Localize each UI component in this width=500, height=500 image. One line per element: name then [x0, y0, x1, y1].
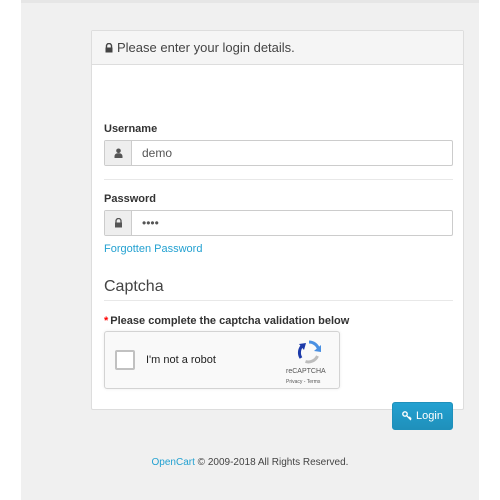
page-background: Please enter your login details. Usernam…: [21, 0, 479, 500]
password-addon: [105, 211, 132, 235]
copyright-text: © 2009-2018 All Rights Reserved.: [197, 457, 349, 468]
recaptcha-brand: reCAPTCHA: [286, 368, 326, 375]
forgotten-password-link[interactable]: Forgotten Password: [104, 243, 202, 255]
username-label: Username: [104, 123, 158, 135]
captcha-required-label: Please complete the captcha validation b…: [110, 315, 350, 327]
panel-heading: Please enter your login details.: [92, 31, 463, 65]
recaptcha-privacy-terms[interactable]: Privacy - Terms: [286, 379, 320, 385]
key-icon: [402, 411, 412, 421]
lock-icon: [105, 42, 113, 52]
recaptcha-checkbox-label: I'm not a robot: [146, 354, 216, 366]
recaptcha-widget: I'm not a robot reCAPTCHA Privacy - Term…: [104, 331, 340, 389]
login-button[interactable]: Login: [392, 402, 453, 430]
footer: OpenCart © 2009-2018 All Rights Reserved…: [21, 457, 479, 468]
username-divider: [104, 179, 453, 180]
recaptcha-checkbox[interactable]: [115, 350, 135, 370]
captcha-required-text: * Please complete the captcha validation …: [104, 315, 349, 327]
panel-heading-text: Please enter your login details.: [117, 40, 295, 55]
password-input-group: [104, 210, 453, 236]
top-divider: [21, 0, 479, 3]
username-input-group: [104, 140, 453, 166]
login-panel: Please enter your login details. Usernam…: [91, 30, 464, 430]
recaptcha-logo-icon: [297, 340, 321, 364]
username-field[interactable]: [132, 141, 452, 165]
password-field[interactable]: [132, 211, 452, 235]
captcha-divider: [104, 300, 453, 301]
login-button-label: Login: [416, 410, 443, 422]
opencart-link[interactable]: OpenCart: [152, 457, 195, 468]
captcha-title: Captcha: [104, 278, 164, 295]
user-icon: [114, 148, 122, 158]
lock-icon: [114, 218, 122, 228]
required-star: *: [104, 315, 109, 327]
password-label: Password: [104, 193, 156, 205]
username-addon: [105, 141, 132, 165]
